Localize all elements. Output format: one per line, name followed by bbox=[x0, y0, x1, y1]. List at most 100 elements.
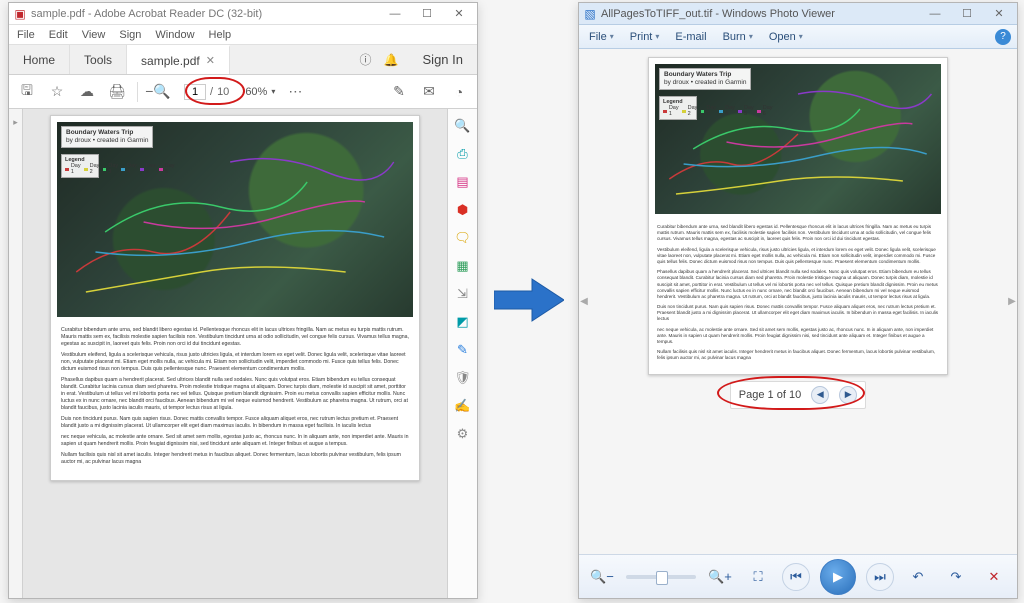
star-icon[interactable]: ☆ bbox=[47, 82, 67, 102]
panel-sign-icon[interactable]: ✍ bbox=[452, 395, 474, 417]
pv-menu-email[interactable]: E-mail bbox=[671, 29, 710, 45]
pv-page-next[interactable]: ▶ bbox=[839, 386, 857, 404]
menu-sign[interactable]: Sign bbox=[119, 29, 141, 41]
panel-create-icon[interactable]: ⬢ bbox=[452, 199, 474, 221]
document-body-text: Curabitur bibendum ante urna, sed blandi… bbox=[51, 323, 419, 474]
minimize-button[interactable]: — bbox=[381, 5, 409, 23]
zoom-dropdown-icon[interactable]: ▾ bbox=[271, 87, 275, 96]
prev-button[interactable]: ⏮ bbox=[782, 563, 810, 591]
fit-icon[interactable]: ⛶ bbox=[744, 563, 772, 591]
acrobat-titlebar[interactable]: ▣ sample.pdf - Adobe Acrobat Reader DC (… bbox=[9, 3, 477, 25]
save-icon[interactable]: 🖫 bbox=[17, 82, 37, 102]
pv-next-image[interactable]: ▶ bbox=[1007, 49, 1017, 554]
panel-redact-icon[interactable]: ◩ bbox=[452, 311, 474, 333]
body-paragraph: Vestibulum eleifend, ligula a scelerisqu… bbox=[61, 352, 409, 373]
close-button[interactable]: ✕ bbox=[985, 5, 1013, 23]
zoom-in-icon[interactable]: 🔍+ bbox=[706, 563, 734, 591]
pv-controls: 🔍− 🔍+ ⛶ ⏮ ▶ ⏭ ↶ ↷ ✕ bbox=[579, 554, 1017, 598]
pv-page-indicator: Page 1 of 10 ◀ ▶ bbox=[730, 381, 866, 409]
body-paragraph: Curabitur bibendum ante urna, sed blandi… bbox=[61, 327, 409, 348]
menu-view[interactable]: View bbox=[82, 29, 106, 41]
photoviewer-title-text: AllPagesToTIFF_out.tif - Windows Photo V… bbox=[601, 8, 835, 20]
page-indicator: / 10 bbox=[178, 82, 235, 102]
maximize-button[interactable]: ☐ bbox=[953, 5, 981, 23]
panel-compress-icon[interactable]: ⇲ bbox=[452, 283, 474, 305]
document-map: Boundary Waters Trip by droux • created … bbox=[655, 64, 941, 214]
pv-help-icon[interactable]: ? bbox=[995, 29, 1011, 45]
pdf-page: Boundary Waters Trip by droux • created … bbox=[50, 115, 420, 481]
acrobat-title-text: sample.pdf - Adobe Acrobat Reader DC (32… bbox=[31, 8, 262, 20]
tab-tools[interactable]: Tools bbox=[70, 45, 127, 74]
panel-edit-icon[interactable]: ▤ bbox=[452, 171, 474, 193]
avatar-icon[interactable]: ◔ bbox=[449, 82, 469, 102]
tab-home[interactable]: Home bbox=[9, 45, 70, 74]
close-button[interactable]: ✕ bbox=[445, 5, 473, 23]
mail-icon[interactable]: ✉ bbox=[419, 82, 439, 102]
acrobat-toolbar: 🖫 ☆ ☁ 🖨 −🔍 / 10 60% ▾ ⋯ ✎ ✉ ◔ bbox=[9, 75, 477, 109]
menu-window[interactable]: Window bbox=[155, 29, 194, 41]
document-body-text: Curabitur bibendum ante urna, sed blandi… bbox=[649, 220, 947, 370]
print-icon[interactable]: 🖨 bbox=[107, 82, 127, 102]
panel-comment-icon[interactable]: 🗨 bbox=[452, 227, 474, 249]
next-button[interactable]: ⏭ bbox=[866, 563, 894, 591]
acrobat-page-view[interactable]: Boundary Waters Trip by droux • created … bbox=[23, 109, 447, 598]
tab-document[interactable]: sample.pdf ✕ bbox=[127, 45, 230, 74]
photoviewer-titlebar[interactable]: ▧ AllPagesToTIFF_out.tif - Windows Photo… bbox=[579, 3, 1017, 25]
body-paragraph: Duis non tincidunt purus. Nam quis sapie… bbox=[657, 304, 939, 323]
panel-more-icon[interactable]: ⚙ bbox=[452, 423, 474, 445]
menu-edit[interactable]: Edit bbox=[49, 29, 68, 41]
pv-viewport[interactable]: Boundary Waters Trip by droux • created … bbox=[589, 49, 1007, 554]
photoviewer-window: ▧ AllPagesToTIFF_out.tif - Windows Photo… bbox=[578, 2, 1018, 599]
panel-export-icon[interactable]: ⎙ bbox=[452, 143, 474, 165]
zoom-slider[interactable] bbox=[626, 575, 696, 579]
maximize-button[interactable]: ☐ bbox=[413, 5, 441, 23]
acrobat-app-icon: ▣ bbox=[13, 7, 27, 21]
body-paragraph: Nullam facilisis quis nisl sit amet iacu… bbox=[657, 349, 939, 361]
tab-document-label: sample.pdf bbox=[141, 54, 200, 68]
rotate-cw-icon[interactable]: ↷ bbox=[942, 563, 970, 591]
acrobat-tabbar: Home Tools sample.pdf ✕ ⓘ 🔔 Sign In bbox=[9, 45, 477, 75]
body-paragraph: Vestibulum eleifend, ligula a scelerisqu… bbox=[657, 247, 939, 266]
cloud-icon[interactable]: ☁ bbox=[77, 82, 97, 102]
pv-menu-file[interactable]: File▾ bbox=[585, 29, 618, 45]
pv-prev-image[interactable]: ◀ bbox=[579, 49, 589, 554]
panel-organize-icon[interactable]: ▦ bbox=[452, 255, 474, 277]
photoviewer-app-icon: ▧ bbox=[583, 7, 597, 21]
panel-search-icon[interactable]: 🔍 bbox=[452, 115, 474, 137]
signature-icon[interactable]: ✎ bbox=[389, 82, 409, 102]
tiff-page: Boundary Waters Trip by droux • created … bbox=[648, 57, 948, 375]
help-icon[interactable]: ⓘ bbox=[360, 51, 372, 68]
body-paragraph: Duis non tincidunt purus. Nam quis sapie… bbox=[61, 416, 409, 430]
zoom-value[interactable]: 60% bbox=[245, 86, 267, 98]
page-total: 10 bbox=[217, 86, 229, 98]
tab-close-icon[interactable]: ✕ bbox=[206, 54, 215, 67]
notification-icon[interactable]: 🔔 bbox=[384, 53, 399, 67]
body-paragraph: Phasellus dapibus quam a hendrerit place… bbox=[657, 269, 939, 300]
zoom-out-icon[interactable]: 🔍− bbox=[588, 563, 616, 591]
rotate-ccw-icon[interactable]: ↶ bbox=[904, 563, 932, 591]
acrobat-tools-pane: 🔍 ⎙ ▤ ⬢ 🗨 ▦ ⇲ ◩ ✎ 🛡 ✍ ⚙ bbox=[447, 109, 477, 598]
slideshow-button[interactable]: ▶ bbox=[820, 559, 856, 595]
pv-page-prev[interactable]: ◀ bbox=[811, 386, 829, 404]
pv-menu-print[interactable]: Print▾ bbox=[626, 29, 664, 45]
pv-menu-burn[interactable]: Burn▾ bbox=[719, 29, 757, 45]
body-paragraph: Phasellus dapibus quam a hendrerit place… bbox=[61, 377, 409, 412]
page-current-input[interactable] bbox=[184, 84, 206, 100]
delete-icon[interactable]: ✕ bbox=[980, 563, 1008, 591]
panel-protect-icon[interactable]: 🛡 bbox=[452, 367, 474, 389]
body-paragraph: Nullam facilisis quis nisl sit amet iacu… bbox=[61, 452, 409, 466]
sign-in-button[interactable]: Sign In bbox=[409, 45, 477, 74]
more-icon[interactable]: ⋯ bbox=[285, 82, 305, 102]
document-map: Boundary Waters Trip by droux • created … bbox=[57, 122, 413, 317]
menu-help[interactable]: Help bbox=[209, 29, 232, 41]
acrobat-window: ▣ sample.pdf - Adobe Acrobat Reader DC (… bbox=[8, 2, 478, 599]
pv-menu-open[interactable]: Open▾ bbox=[765, 29, 807, 45]
panel-fillsign-icon[interactable]: ✎ bbox=[452, 339, 474, 361]
body-paragraph: Curabitur bibendum ante urna, sed blandi… bbox=[657, 224, 939, 243]
zoom-out-icon[interactable]: −🔍 bbox=[148, 82, 168, 102]
menu-file[interactable]: File bbox=[17, 29, 35, 41]
acrobat-nav-pane[interactable]: ▸ bbox=[9, 109, 23, 598]
minimize-button[interactable]: — bbox=[921, 5, 949, 23]
photoviewer-menubar: File▾ Print▾ E-mail Burn▾ Open▾ ? bbox=[579, 25, 1017, 49]
page-sep: / bbox=[210, 86, 213, 98]
